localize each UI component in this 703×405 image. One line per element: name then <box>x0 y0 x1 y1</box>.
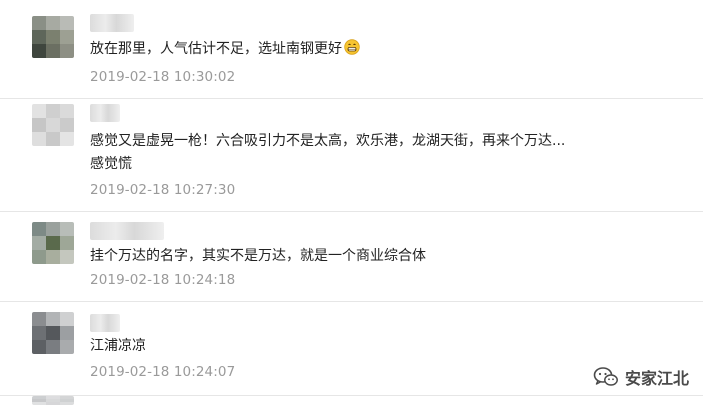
wechat-icon <box>593 367 618 386</box>
divider <box>0 98 703 99</box>
comment-time: 2019-02-18 10:27:30 <box>90 182 236 198</box>
avatar[interactable] <box>32 312 74 354</box>
comment-text: 江浦凉凉 <box>90 338 146 354</box>
comment-text: 挂个万达的名字，其实不是万达，就是一个商业综合体 <box>90 248 426 264</box>
avatar[interactable] <box>32 104 74 146</box>
divider <box>0 211 703 212</box>
grinning-face-icon <box>344 39 360 55</box>
divider <box>0 301 703 302</box>
watermark: 安家江北 <box>593 365 689 389</box>
comment-text: 感觉又是虚晃一枪！六合吸引力不是太高，欢乐港，龙湖天街，再来个万达... <box>90 133 566 149</box>
username-blurred <box>90 104 120 122</box>
username-blurred <box>90 14 134 32</box>
divider <box>0 395 703 396</box>
comment-time: 2019-02-18 10:24:07 <box>90 364 236 380</box>
username-blurred <box>90 222 164 240</box>
username-blurred <box>90 314 120 332</box>
comment-time: 2019-02-18 10:24:18 <box>90 272 236 288</box>
comment-time: 2019-02-18 10:30:02 <box>90 69 236 85</box>
comment-text-line2: 感觉慌 <box>90 156 132 172</box>
avatar-partial <box>32 396 74 405</box>
avatar[interactable] <box>32 16 74 58</box>
comment-text: 放在那里，人气估计不足，选址南钢更好 <box>90 38 360 60</box>
avatar[interactable] <box>32 222 74 264</box>
watermark-text: 安家江北 <box>624 369 689 388</box>
